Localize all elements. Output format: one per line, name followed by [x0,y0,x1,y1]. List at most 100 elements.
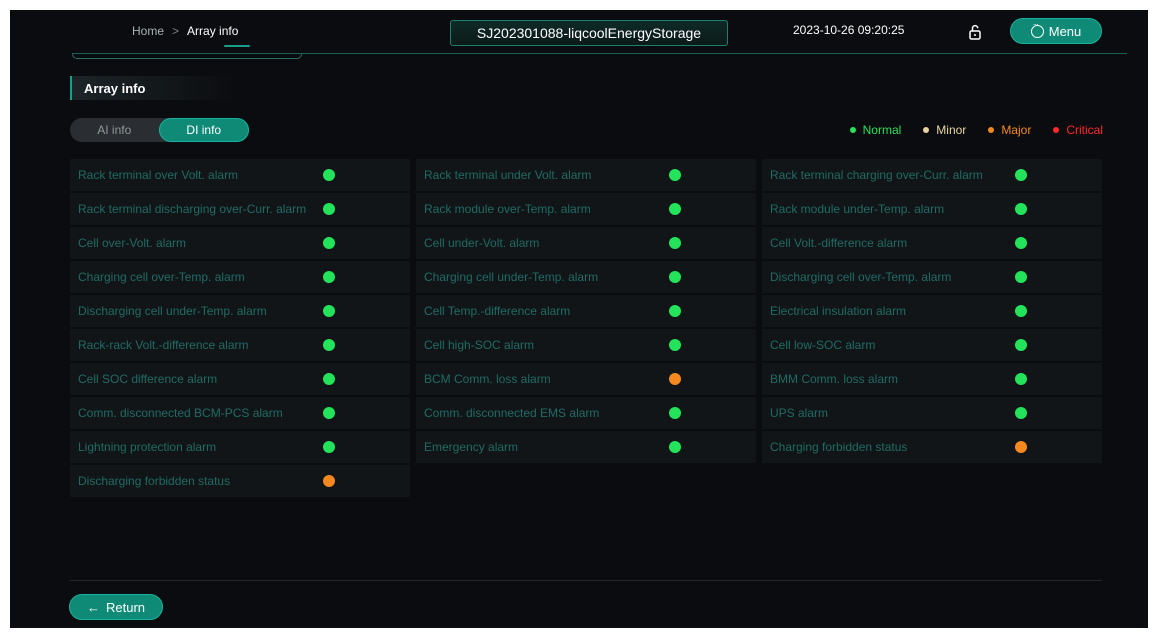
status-label: Electrical insulation alarm [770,304,907,318]
status-row: Charging forbidden status [762,431,1102,463]
menu-icon [1030,20,1044,38]
legend-label-major: Major [1001,123,1032,137]
status-column-2: Rack terminal under Volt. alarm Rack modu… [416,159,756,465]
status-indicator-dot [669,339,681,351]
status-label: UPS alarm [770,406,829,420]
status-indicator-dot [669,373,681,385]
status-label: Rack terminal charging over-Curr. alarm [770,168,983,182]
status-row: Rack terminal charging over-Curr. alarm [762,159,1102,191]
status-label: Emergency alarm [424,440,519,454]
status-indicator-dot [1015,441,1027,453]
status-indicator-dot [669,169,681,181]
menu-label: Menu [1048,23,1082,39]
legend-dot-minor [923,127,930,133]
arrow-left-icon: ← [86,599,100,615]
status-label: Rack module under-Temp. alarm [770,202,945,216]
legend-label-normal: Normal [862,123,902,137]
status-row: Cell SOC difference alarm [70,363,410,395]
status-indicator-dot [1015,339,1027,351]
status-label: Cell Temp.-difference alarm [424,304,571,318]
status-indicator-dot [323,373,335,385]
status-row: Cell under-Volt. alarm [416,227,756,259]
status-row: Charging cell over-Temp. alarm [70,261,410,293]
status-row: Charging cell under-Temp. alarm [416,261,756,293]
status-row: Emergency alarm [416,431,756,463]
status-indicator-dot [323,305,335,317]
status-indicator-dot [323,339,335,351]
status-row: Cell over-Volt. alarm [70,227,410,259]
status-row: Electrical insulation alarm [762,295,1102,327]
return-label: Return [105,599,146,615]
lock-open-icon[interactable] [966,23,984,41]
status-row: Cell high-SOC alarm [416,329,756,361]
status-label: BCM Comm. loss alarm [424,372,551,386]
status-indicator-dot [669,305,681,317]
breadcrumb-active-indicator [224,45,250,47]
status-label: Cell low-SOC alarm [770,338,876,352]
status-row: Lightning protection alarm [70,431,410,463]
status-label: Comm. disconnected BCM-PCS alarm [78,406,283,420]
status-indicator-dot [1015,373,1027,385]
tab-di-info[interactable]: DI info [158,118,249,142]
return-button[interactable]: ← Return [69,594,163,620]
status-row: Rack terminal under Volt. alarm [416,159,756,191]
status-label: Lightning protection alarm [78,440,217,454]
status-label: Charging cell under-Temp. alarm [424,270,599,284]
status-label: Discharging cell under-Temp. alarm [78,304,267,318]
status-indicator-dot [669,237,681,249]
status-row: UPS alarm [762,397,1102,429]
status-column-3: Rack terminal charging over-Curr. alarm R… [762,159,1102,465]
status-indicator-dot [1015,203,1027,215]
menu-button[interactable]: Menu [1010,18,1102,44]
legend-minor: Minor [923,123,966,137]
breadcrumb: Home > Array info [132,24,238,38]
status-label: Discharging cell over-Temp. alarm [770,270,952,284]
tab-ai-info[interactable]: AI info [70,118,159,142]
status-indicator-dot [323,407,335,419]
status-indicator-dot [323,271,335,283]
legend-label-minor: Minor [936,123,967,137]
header: Home > Array info SJ202301088-liqcoolEne… [10,10,1148,59]
info-tabs: AI info DI info [70,118,249,142]
status-label: Charging forbidden status [770,440,908,454]
breadcrumb-separator: > [172,24,180,38]
status-label: Rack terminal discharging over-Curr. ala… [78,202,307,216]
status-label: Rack-rack Volt.-difference alarm [78,338,249,352]
status-row: Rack module over-Temp. alarm [416,193,756,225]
status-row: Comm. disconnected BCM-PCS alarm [70,397,410,429]
status-row: BCM Comm. loss alarm [416,363,756,395]
status-indicator-dot [669,203,681,215]
status-row: Discharging forbidden status [70,465,410,497]
status-indicator-dot [1015,169,1027,181]
status-row: Discharging cell over-Temp. alarm [762,261,1102,293]
status-indicator-dot [323,203,335,215]
status-label: Discharging forbidden status [78,474,231,488]
legend-critical: Critical [1053,123,1103,137]
status-indicator-dot [669,441,681,453]
app-screen: Home > Array info SJ202301088-liqcoolEne… [10,10,1148,628]
status-label: Cell Volt.-difference alarm [770,236,908,250]
status-indicator-dot [323,237,335,249]
breadcrumb-current: Array info [187,24,239,38]
status-indicator-dot [1015,237,1027,249]
status-indicator-dot [669,407,681,419]
status-row: Rack module under-Temp. alarm [762,193,1102,225]
status-row: Discharging cell under-Temp. alarm [70,295,410,327]
datetime: 2023-10-26 09:20:25 [793,23,905,37]
legend-major: Major [988,123,1031,137]
status-label: Cell under-Volt. alarm [424,236,540,250]
status-row: BMM Comm. loss alarm [762,363,1102,395]
status-label: Charging cell over-Temp. alarm [78,270,245,284]
legend-dot-normal [849,127,856,133]
status-indicator-dot [323,441,335,453]
status-label: BMM Comm. loss alarm [770,372,899,386]
breadcrumb-home[interactable]: Home [132,24,164,38]
status-row: Cell Volt.-difference alarm [762,227,1102,259]
status-row: Cell Temp.-difference alarm [416,295,756,327]
status-indicator-dot [1015,407,1027,419]
footer-divider [70,580,1102,581]
legend-dot-critical [1053,127,1060,133]
status-indicator-dot [1015,271,1027,283]
status-row: Rack terminal over Volt. alarm [70,159,410,191]
status-label: Rack module over-Temp. alarm [424,202,591,216]
